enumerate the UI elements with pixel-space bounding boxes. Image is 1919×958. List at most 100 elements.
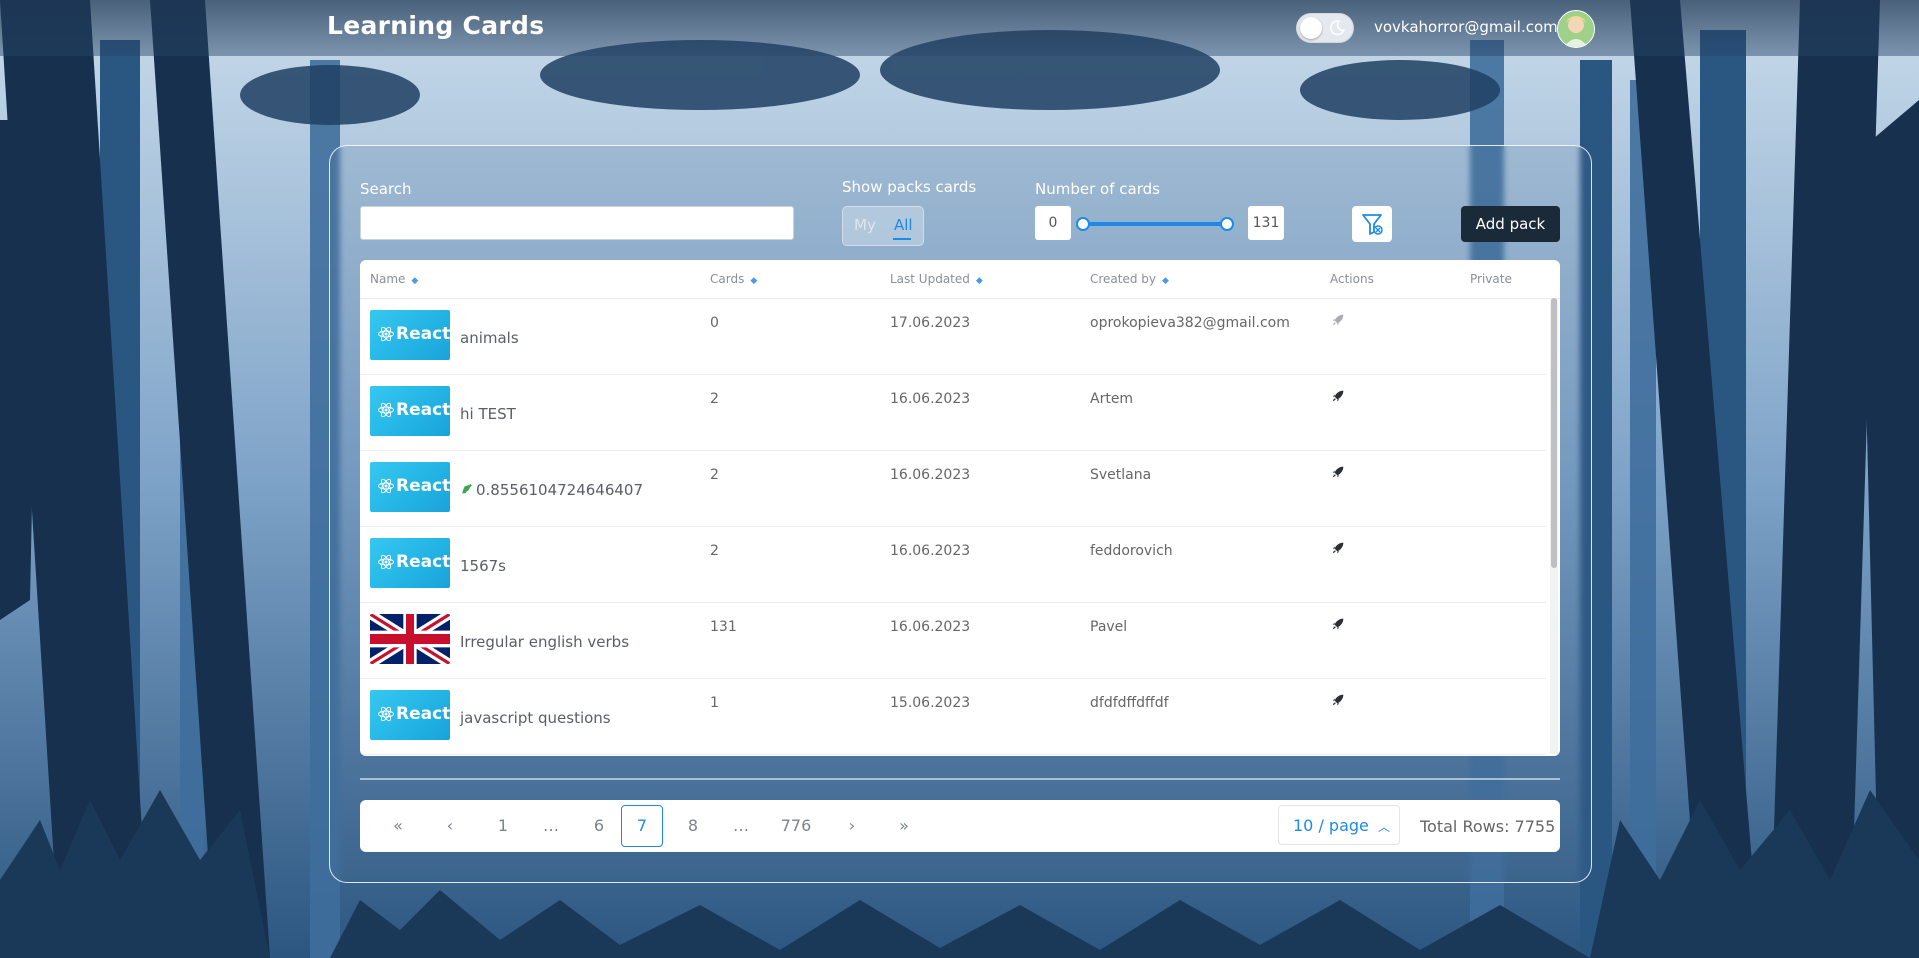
max-slider-handle[interactable] — [1220, 217, 1234, 231]
learn-button[interactable] — [1330, 388, 1346, 408]
pack-name-text: 0.8556104724646407 — [476, 481, 644, 499]
pack-name[interactable]: javascript questions — [460, 709, 611, 727]
table-row[interactable]: React 1567s 2 16.06.2023 feddorovich — [360, 526, 1546, 603]
page-8[interactable]: 8 — [678, 813, 708, 839]
pack-cover-react: React — [370, 462, 450, 512]
react-logo-icon — [378, 326, 394, 342]
last-updated: 16.06.2023 — [890, 391, 971, 407]
column-header-name[interactable]: Name ◆ — [370, 272, 418, 286]
table-row[interactable]: React javascript questions 1 15.06.2023 dfdf… — [360, 678, 1546, 755]
avatar[interactable] — [1557, 10, 1595, 48]
selected-indicator — [893, 238, 911, 240]
learn-button[interactable] — [1330, 540, 1346, 560]
rocket-icon — [1332, 542, 1344, 554]
next-page-icon[interactable]: › — [842, 813, 862, 839]
learn-button[interactable] — [1330, 692, 1346, 712]
last-updated: 16.06.2023 — [890, 543, 971, 559]
page-size-value: 10 / page — [1293, 816, 1369, 835]
pagination: « ‹ 1 … 6 7 8 … 776 › » 10 / page ︿ Tota… — [360, 800, 1560, 852]
min-slider-handle[interactable] — [1076, 217, 1090, 231]
table-scrollbar[interactable] — [1550, 298, 1558, 754]
react-logo-icon — [378, 554, 394, 570]
learn-button — [1330, 312, 1346, 332]
page-1[interactable]: 1 — [488, 813, 518, 839]
pack-name-text: animals — [460, 329, 519, 347]
add-pack-button[interactable]: Add pack — [1461, 206, 1560, 242]
created-by: Artem — [1090, 391, 1134, 407]
cover-text: React — [396, 552, 450, 572]
page-6[interactable]: 6 — [584, 813, 614, 839]
table-row[interactable]: React hi TEST 2 16.06.2023 Artem — [360, 374, 1546, 451]
created-by: oprokopieva382@gmail.com — [1090, 315, 1290, 331]
all-packs-button[interactable]: All — [894, 216, 913, 234]
column-header-created-by[interactable]: Created by ◆ — [1090, 272, 1169, 286]
pack-name-text: Irregular english verbs — [460, 633, 630, 651]
pack-name-text: javascript questions — [460, 709, 611, 727]
pack-name[interactable]: Irregular english verbs — [460, 633, 629, 651]
search-label: Search — [360, 180, 412, 198]
table-header: Name ◆ Cards ◆ Last Updated ◆ Created by ◆ A… — [360, 260, 1560, 299]
max-cards-value[interactable]: 131 — [1248, 206, 1284, 240]
sort-icon: ◆ — [411, 276, 419, 286]
pack-cover-react: React — [370, 538, 450, 588]
cover-text: React — [396, 704, 450, 724]
scrollbar-thumb[interactable] — [1551, 298, 1557, 568]
page-ellipsis-left[interactable]: … — [536, 813, 566, 839]
page-ellipsis-right[interactable]: … — [726, 813, 756, 839]
table-row[interactable]: React animals 0 17.06.2023 oprokopieva382@gm… — [360, 298, 1546, 375]
column-header-last-updated[interactable]: Last Updated ◆ — [890, 272, 983, 286]
react-logo-icon — [378, 706, 394, 722]
learn-button[interactable] — [1330, 464, 1346, 484]
clear-filter-button[interactable] — [1352, 206, 1392, 242]
prev-page-icon[interactable]: ‹ — [440, 813, 460, 839]
column-header-private: Private — [1470, 272, 1512, 286]
pack-name[interactable]: 1567s — [460, 557, 506, 575]
created-by: dfdfdffdffdf — [1090, 695, 1169, 711]
min-cards-value[interactable]: 0 — [1035, 206, 1071, 240]
number-of-cards-label: Number of cards — [1035, 180, 1160, 198]
cover-text: React — [396, 400, 450, 420]
table-row[interactable]: React 0.8556104724646407 2 16.06.2023 Svetla… — [360, 450, 1546, 527]
my-packs-button[interactable]: My — [854, 216, 876, 234]
chevron-up-icon: ︿ — [1377, 820, 1390, 834]
react-logo-icon — [378, 402, 394, 418]
page-776[interactable]: 776 — [774, 813, 818, 839]
last-updated: 15.06.2023 — [890, 695, 971, 711]
uk-flag-icon — [370, 614, 450, 664]
user-email[interactable]: vovkahorror@gmail.com — [1374, 18, 1558, 36]
sort-icon: ◆ — [975, 276, 983, 286]
sort-icon: ◆ — [1162, 276, 1169, 286]
packs-panel: Search Show packs cards My All Number of… — [329, 145, 1592, 883]
total-rows: Total Rows: 7755 — [1420, 817, 1556, 836]
rocket-icon — [1332, 618, 1344, 630]
toggle-knob — [1300, 17, 1322, 39]
cards-range-slider[interactable] — [1076, 217, 1234, 231]
page-size-select[interactable]: 10 / page ︿ — [1278, 805, 1400, 845]
last-page-icon[interactable]: » — [894, 813, 914, 839]
cover-text: React — [396, 476, 450, 496]
pack-cover-react: React — [370, 386, 450, 436]
created-by: Svetlana — [1090, 467, 1152, 483]
learn-button[interactable] — [1330, 616, 1346, 636]
pack-cover-react: React — [370, 690, 450, 740]
page-7-current[interactable]: 7 — [621, 805, 663, 847]
theme-toggle[interactable] — [1296, 13, 1354, 43]
show-packs-label: Show packs cards — [842, 178, 977, 196]
dinosaur-icon — [460, 481, 476, 499]
cards-count: 2 — [710, 467, 719, 483]
pack-cover-uk-flag — [370, 614, 450, 664]
pack-name[interactable]: 0.8556104724646407 — [460, 481, 643, 499]
first-page-icon[interactable]: « — [388, 813, 408, 839]
created-by: Pavel — [1090, 619, 1128, 635]
column-header-cards[interactable]: Cards ◆ — [710, 272, 757, 286]
divider — [360, 778, 1560, 780]
pack-name[interactable]: hi TEST — [460, 405, 516, 423]
last-updated: 16.06.2023 — [890, 467, 971, 483]
cards-count: 1 — [710, 695, 719, 711]
cards-count: 2 — [710, 543, 719, 559]
column-header-actions: Actions — [1330, 272, 1374, 286]
moon-icon — [1329, 20, 1345, 36]
search-input[interactable] — [360, 206, 794, 240]
table-row[interactable]: Irregular english verbs 131 16.06.2023 Pave… — [360, 602, 1546, 679]
pack-name[interactable]: animals — [460, 329, 519, 347]
